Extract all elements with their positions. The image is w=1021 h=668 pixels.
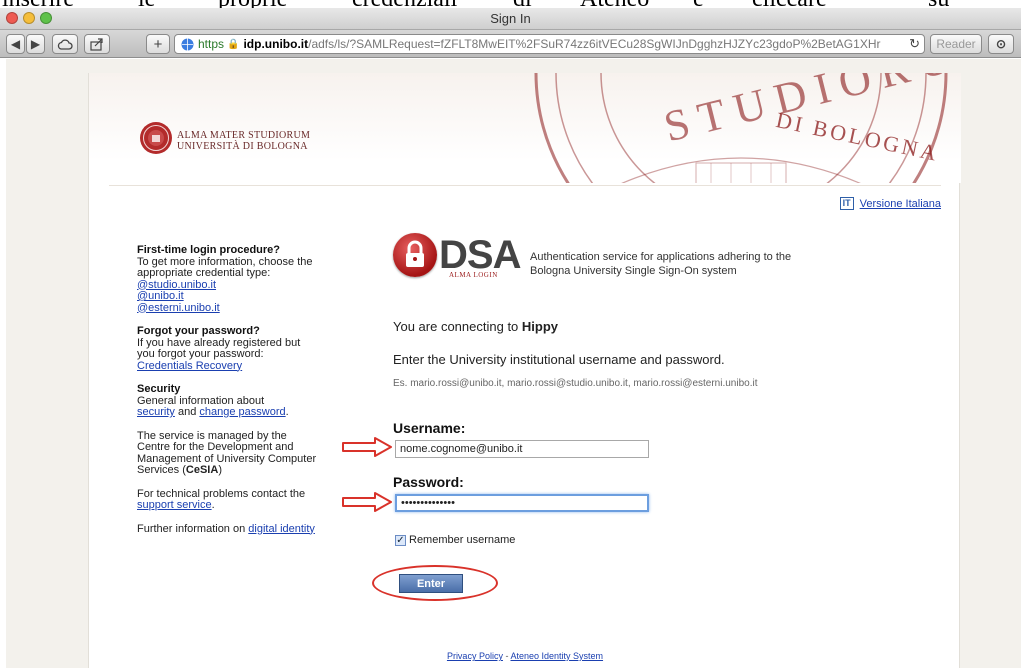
icloud-button[interactable] <box>52 34 78 54</box>
support-service-link[interactable]: support service <box>137 499 212 511</box>
support-section: For technical problems contact the suppo… <box>137 487 306 511</box>
unibo-credential-link[interactable]: @unibo.it <box>137 290 184 302</box>
url-scheme: https <box>198 37 225 51</box>
forward-arrow-icon: ▶ <box>30 37 41 51</box>
password-input[interactable] <box>395 494 649 512</box>
remember-label: Remember username <box>409 534 516 546</box>
italian-version-link[interactable]: Versione Italiana <box>860 198 941 210</box>
browser-toolbar: ◀ ▶ + https 🔒 idp.unibo.it /adfs/ls/?SAM… <box>0 30 1021 58</box>
digital-identity-section: Further information on digital identity <box>137 522 317 536</box>
university-logo-icon <box>140 122 172 154</box>
url-path: /adfs/ls/?SAMLRequest=fZFLT8MwEIT%2FSuR7… <box>308 37 881 51</box>
username-input[interactable] <box>395 440 649 458</box>
connecting-app-name: Hippy <box>521 319 559 334</box>
caption-word: inserire <box>2 0 74 8</box>
globe-icon <box>181 38 194 50</box>
page-viewport: STUDIORUM DI BOLOGNA ALMA MATER STUDIORU… <box>6 59 1021 668</box>
dsa-description-line1: Authentication service for applications … <box>530 251 792 263</box>
back-button[interactable]: ◀ <box>6 34 25 54</box>
security-and: and <box>177 406 197 418</box>
page-footer: Privacy Policy - Ateneo Identity System <box>89 651 961 661</box>
help-sidebar: First-time login procedure? To get more … <box>137 244 317 547</box>
login-instruction: Enter the University institutional usern… <box>393 352 725 367</box>
connecting-prefix: You are connecting to <box>393 319 519 334</box>
padlock-icon <box>393 233 437 277</box>
caption-word: credenziali <box>352 0 457 8</box>
privacy-policy-link[interactable]: Privacy Policy <box>447 651 503 661</box>
connecting-message: You are connecting to Hippy <box>393 319 558 334</box>
reader-button[interactable]: Reader <box>930 34 982 54</box>
password-pointer-arrow-icon <box>342 492 392 512</box>
dsa-logo: DSA ALMA LOGIN <box>393 233 521 279</box>
managed-by-end: ) <box>218 464 222 476</box>
caption-word: su <box>928 0 949 8</box>
university-name-line2: UNIVERSITÀ DI BOLOGNA <box>177 141 308 152</box>
caption-word: e <box>693 0 704 8</box>
digital-identity-link[interactable]: digital identity <box>248 523 315 535</box>
forgot-password-title: Forgot your password? <box>137 325 260 337</box>
studio-credential-link[interactable]: @studio.unibo.it <box>137 279 216 291</box>
password-label: Password: <box>393 474 464 490</box>
downloads-button[interactable]: ⊙ <box>988 34 1014 54</box>
page-header: STUDIORUM DI BOLOGNA ALMA MATER STUDIORU… <box>89 73 961 183</box>
esterni-credential-link[interactable]: @esterni.unibo.it <box>137 302 220 314</box>
cloud-icon <box>57 38 73 50</box>
footer-separator: - <box>505 651 509 661</box>
university-name: ALMA MATER STUDIORUM UNIVERSITÀ DI BOLOG… <box>177 130 310 152</box>
forgot-password-text: If you have already registered but you f… <box>137 336 301 360</box>
url-host: idp.unibo.it <box>243 37 309 51</box>
lock-icon: 🔒 <box>227 38 240 50</box>
caption-word: Ateneo <box>580 0 649 8</box>
enter-highlight-circle <box>372 565 498 601</box>
reload-icon[interactable]: ↻ <box>905 36 920 52</box>
credentials-recovery-link[interactable]: Credentials Recovery <box>137 360 242 372</box>
username-pointer-arrow-icon <box>342 437 392 457</box>
first-time-text: To get more information, choose the appr… <box>137 255 313 279</box>
caption-text: inserire le proprie credenziali di Atene… <box>0 0 1021 8</box>
caption-word: le <box>138 0 155 8</box>
dsa-description-line2: Bologna University Single Sign-On system <box>530 265 737 277</box>
window-titlebar: Sign In <box>0 8 1021 30</box>
security-section: Security General information about secur… <box>137 383 317 419</box>
dsa-subtitle: ALMA LOGIN <box>449 271 498 279</box>
language-switch[interactable]: IT Versione Italiana <box>839 197 941 210</box>
security-link[interactable]: security <box>137 406 175 418</box>
login-card: STUDIORUM DI BOLOGNA ALMA MATER STUDIORU… <box>88 73 961 668</box>
caption-word: di <box>513 0 532 8</box>
digital-identity-text: Further information on <box>137 522 246 535</box>
username-example: Es. mario.rossi@unibo.it, mario.rossi@st… <box>393 378 758 389</box>
managed-by-section: The service is managed by the Centre for… <box>137 429 317 477</box>
dsa-wordmark: DSA <box>439 233 521 277</box>
first-time-title: First-time login procedure? <box>137 244 281 256</box>
downloads-icon: ⊙ <box>995 37 1007 51</box>
address-bar[interactable]: https 🔒 idp.unibo.it /adfs/ls/?SAMLReque… <box>174 34 925 54</box>
caption-word: proprie <box>218 0 287 8</box>
dsa-description: Authentication service for applications … <box>530 250 791 278</box>
forward-button[interactable]: ▶ <box>26 34 45 54</box>
remember-checkbox[interactable]: ✓ <box>395 534 406 546</box>
window-title: Sign In <box>490 11 531 26</box>
share-icon <box>90 37 103 51</box>
username-label: Username: <box>393 420 466 436</box>
italian-flag-icon: IT <box>839 197 854 210</box>
security-text: General information about <box>137 394 265 407</box>
remember-username[interactable]: ✓ Remember username <box>395 534 515 546</box>
back-arrow-icon: ◀ <box>10 37 21 51</box>
new-tab-button[interactable]: + <box>146 34 170 54</box>
managed-by-text: The service is managed by the Centre for… <box>137 429 317 476</box>
university-name-line1: ALMA MATER STUDIORUM <box>177 130 311 141</box>
share-button[interactable] <box>84 34 110 54</box>
forgot-password-section: Forgot your password? If you have alread… <box>137 325 317 372</box>
first-time-section: First-time login procedure? To get more … <box>137 244 317 314</box>
change-password-link[interactable]: change password <box>199 406 285 418</box>
plus-icon: + <box>153 35 163 53</box>
support-text: For technical problems contact the <box>137 487 306 500</box>
cesia-name: CeSIA <box>185 464 219 476</box>
caption-word: cliccare <box>752 0 827 8</box>
identity-system-link[interactable]: Ateneo Identity System <box>510 651 603 661</box>
header-divider <box>109 185 941 186</box>
